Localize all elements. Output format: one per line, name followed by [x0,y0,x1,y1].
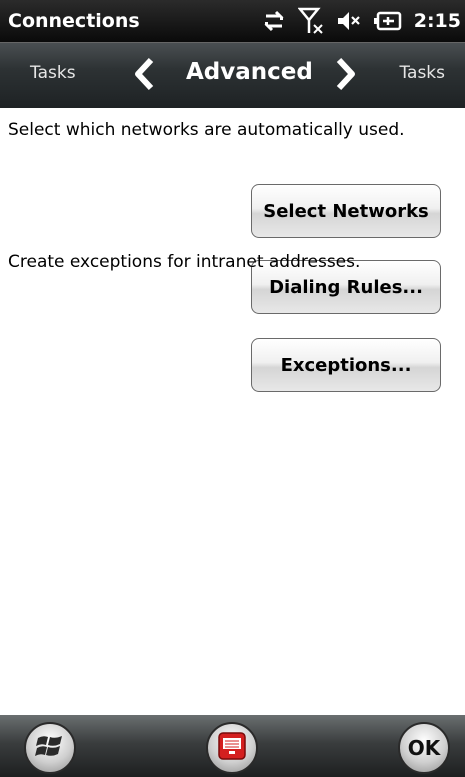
data-sync-icon [262,10,286,32]
battery-charging-icon [373,11,402,31]
exceptions-button[interactable]: Exceptions... [251,338,441,392]
status-bar: Connections 2:15 [0,0,465,42]
exceptions-description: Create exceptions for intranet addresses… [8,252,361,272]
select-networks-button[interactable]: Select Networks [251,184,441,238]
clock: 2:15 [413,10,461,32]
tab-next[interactable]: Tasks [399,63,445,83]
tab-current: Advanced [186,59,313,85]
bottom-bar: OK [0,715,465,777]
volume-muted-icon [336,10,362,32]
keyboard-icon [217,731,247,765]
tab-previous[interactable]: Tasks [30,63,76,83]
chevron-left-icon[interactable] [132,57,156,95]
networks-description: Select which networks are automatically … [8,120,405,140]
signal-off-icon [297,7,324,35]
tab-strip: Tasks Advanced Tasks [0,42,465,108]
content-area: Select which networks are automatically … [0,108,465,715]
app-title: Connections [8,10,140,32]
chevron-right-icon[interactable] [334,57,358,95]
input-panel-button[interactable] [206,722,258,774]
ok-button[interactable]: OK [398,722,450,774]
windows-logo-icon [35,732,65,764]
start-button[interactable] [24,722,76,774]
status-icons: 2:15 [262,0,461,42]
